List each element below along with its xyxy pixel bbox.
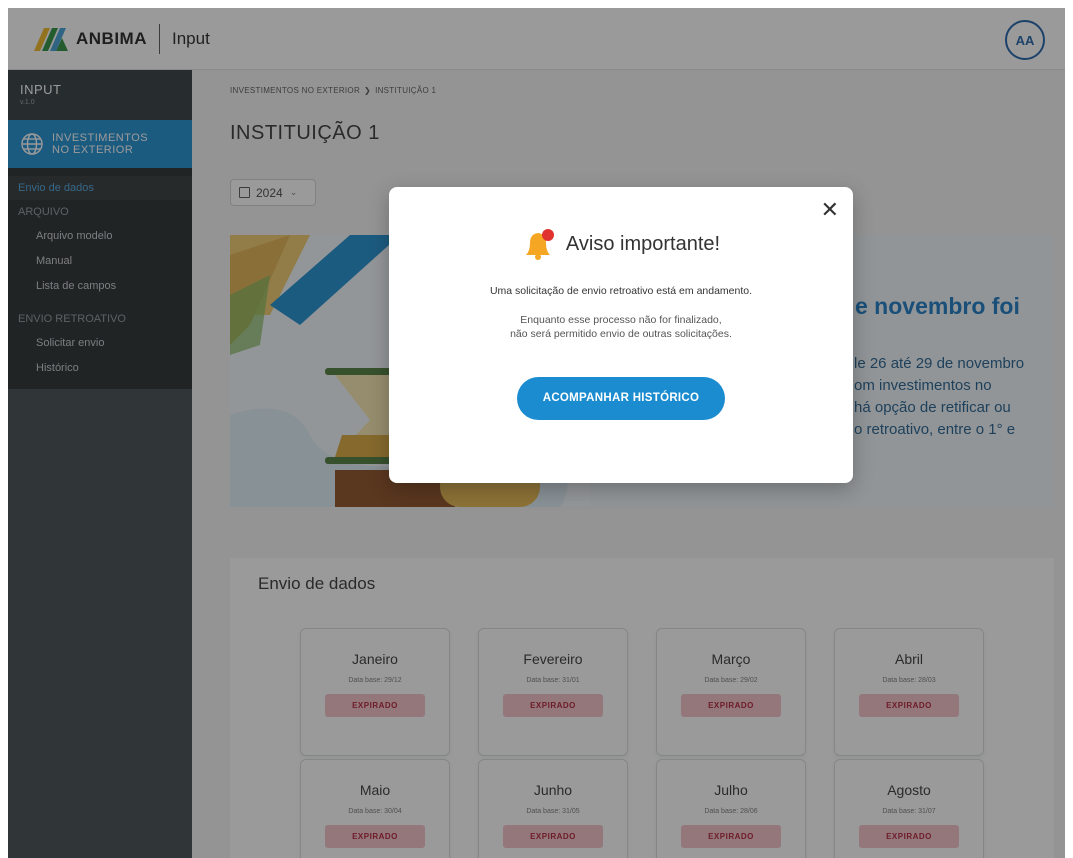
- bell-icon: [525, 229, 554, 260]
- modal-note-line: não será permitido envio de outras solic…: [510, 328, 732, 340]
- close-icon[interactable]: ✕: [821, 199, 839, 221]
- modal-note-line: Enquanto esse processo não for finalizad…: [520, 314, 722, 326]
- modal-note: Enquanto esse processo não for finalizad…: [389, 313, 853, 341]
- modal-message: Uma solicitação de envio retroativo está…: [489, 285, 753, 297]
- modal-title: Aviso importante!: [565, 232, 721, 255]
- important-notice-modal: ✕ Aviso importante! Uma solicitação de e…: [389, 187, 853, 483]
- modal-header: Aviso importante!: [389, 227, 853, 261]
- acompanhar-historico-button[interactable]: ACOMPANHAR HISTÓRICO: [517, 377, 725, 420]
